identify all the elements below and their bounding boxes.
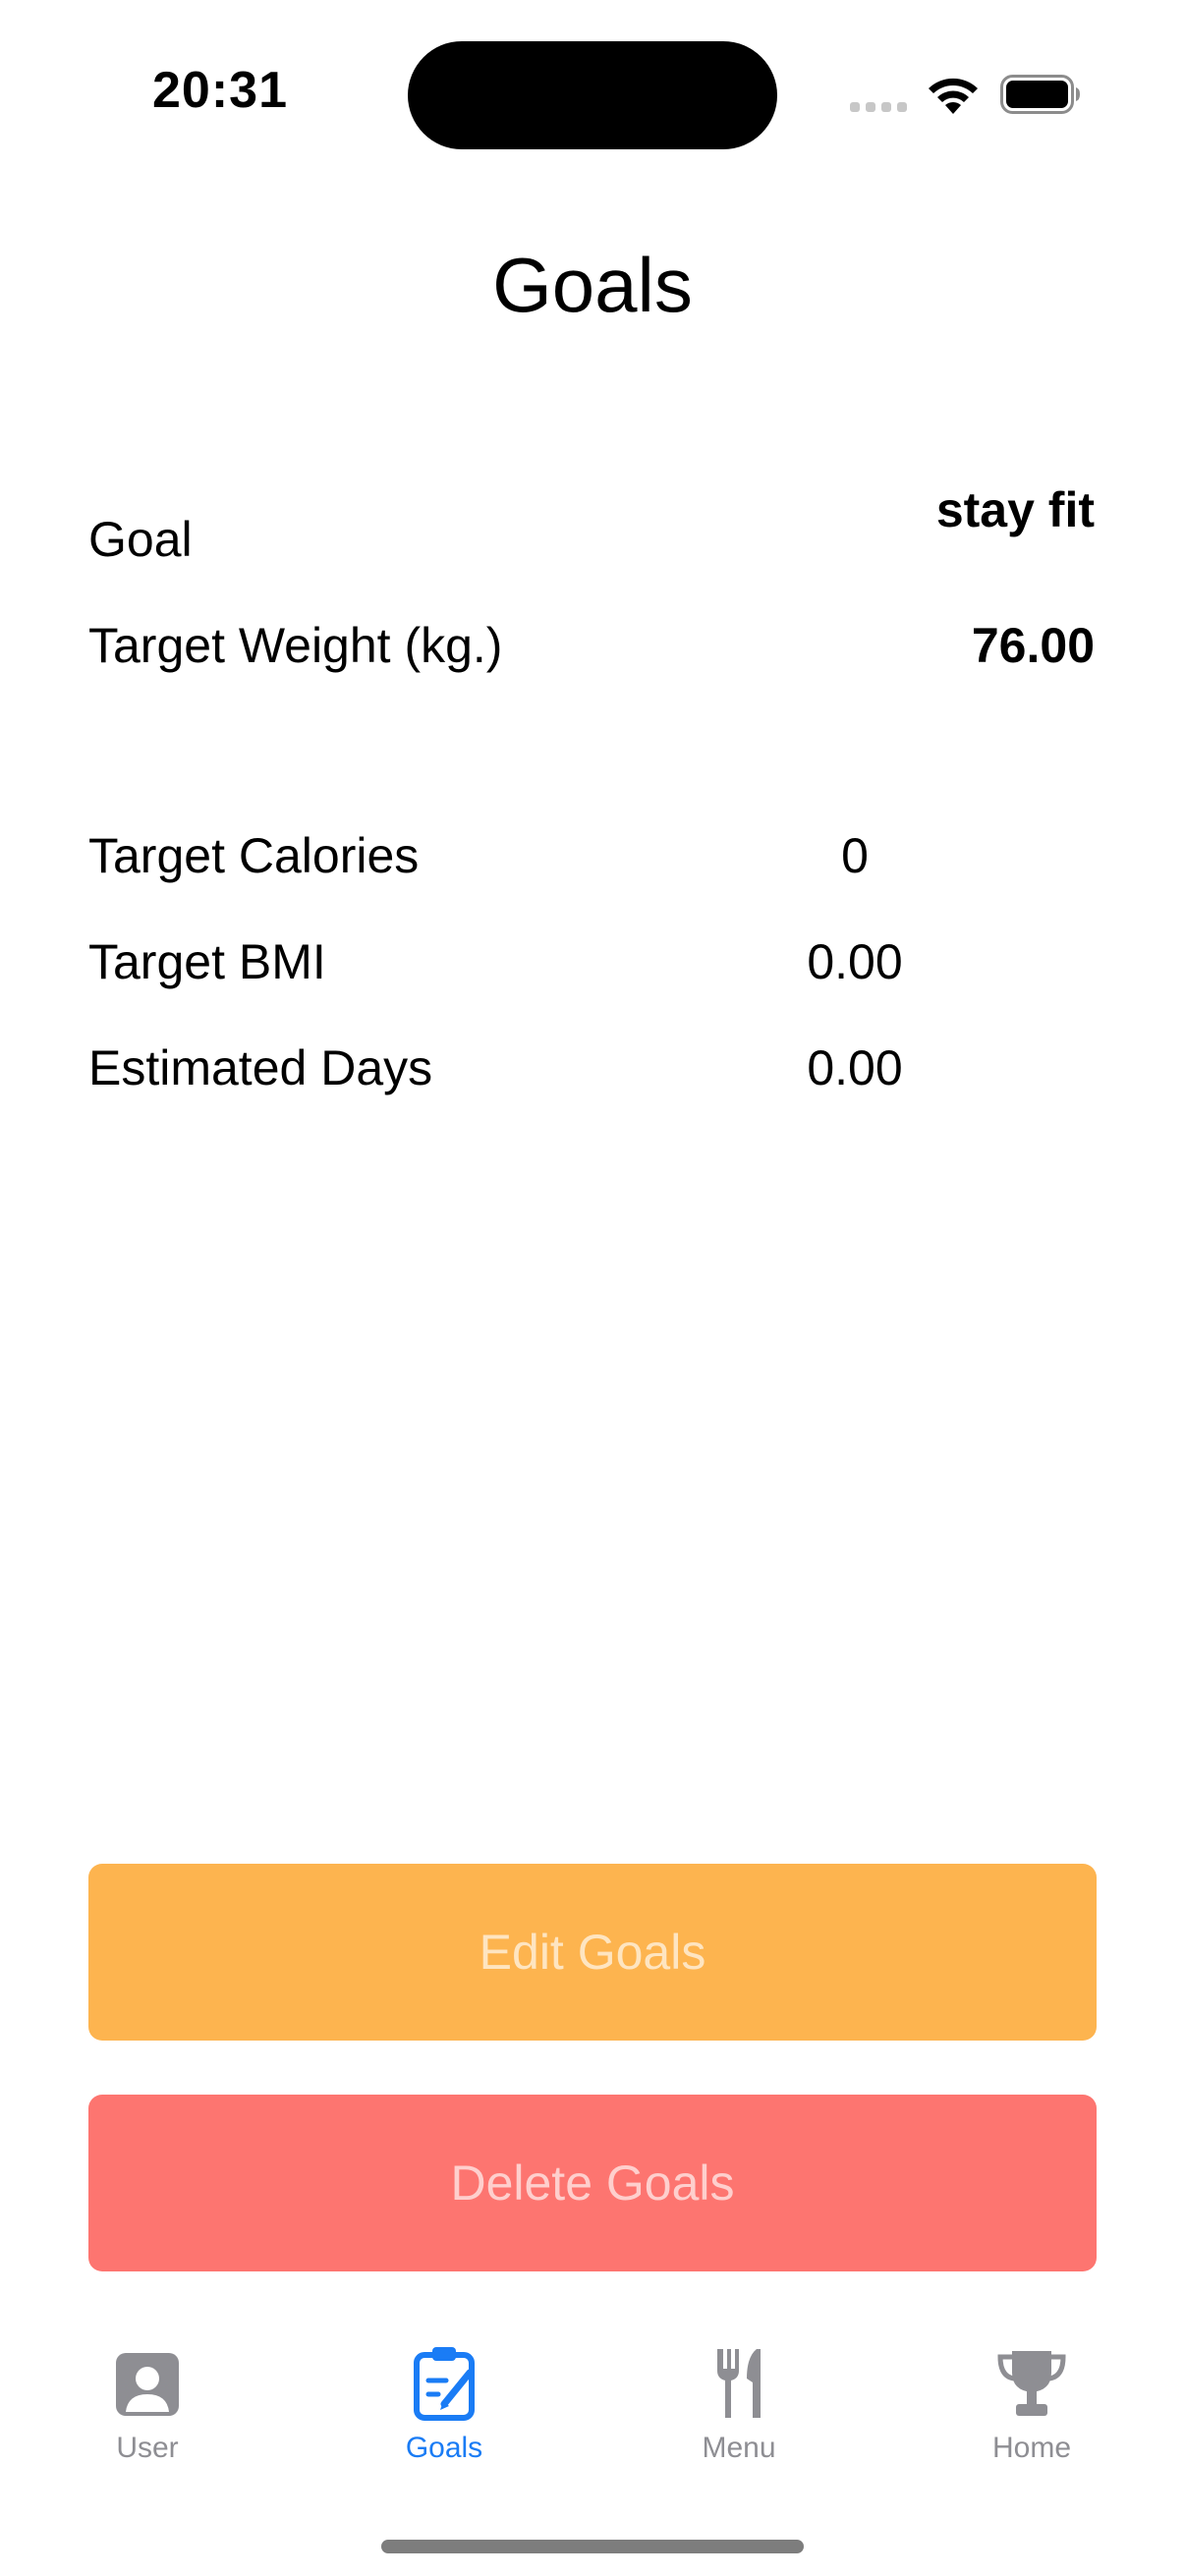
battery-icon bbox=[1000, 75, 1080, 114]
target-bmi-label: Target BMI bbox=[88, 934, 326, 989]
estimated-days-value: 0.00 bbox=[807, 1040, 903, 1095]
tab-menu[interactable]: Menu bbox=[641, 2343, 837, 2481]
target-bmi-value: 0.00 bbox=[807, 934, 903, 989]
tab-user-label: User bbox=[116, 2432, 179, 2464]
edit-goals-button[interactable]: Edit Goals bbox=[88, 1864, 1097, 2041]
status-time: 20:31 bbox=[152, 62, 288, 119]
cellular-signal-icon bbox=[850, 102, 907, 112]
target-calories-value: 0 bbox=[841, 828, 869, 883]
delete-goals-button[interactable]: Delete Goals bbox=[88, 2095, 1097, 2271]
goal-label: Goal bbox=[88, 512, 193, 567]
tab-goals-label: Goals bbox=[405, 2432, 483, 2464]
tab-goals[interactable]: Goals bbox=[346, 2343, 542, 2481]
dynamic-island bbox=[408, 41, 777, 149]
home-indicator[interactable] bbox=[381, 2540, 804, 2553]
tab-home[interactable]: Home bbox=[933, 2343, 1130, 2481]
tab-menu-label: Menu bbox=[702, 2432, 776, 2464]
wifi-icon bbox=[929, 78, 978, 114]
trophy-icon bbox=[997, 2351, 1066, 2416]
target-weight-value: 76.00 bbox=[971, 618, 1095, 673]
estimated-days-label: Estimated Days bbox=[88, 1040, 433, 1095]
person-icon bbox=[116, 2353, 179, 2416]
fork-knife-icon bbox=[717, 2349, 761, 2418]
clipboard-edit-icon bbox=[414, 2347, 475, 2421]
page-title: Goals bbox=[492, 242, 693, 328]
target-calories-label: Target Calories bbox=[88, 828, 420, 883]
tab-user[interactable]: User bbox=[49, 2343, 246, 2481]
edit-goals-button-label: Edit Goals bbox=[479, 1925, 706, 1980]
goal-value: stay fit bbox=[935, 482, 1095, 537]
tab-home-label: Home bbox=[991, 2432, 1072, 2464]
delete-goals-button-label: Delete Goals bbox=[450, 2156, 735, 2211]
target-weight-label: Target Weight (kg.) bbox=[88, 618, 503, 673]
